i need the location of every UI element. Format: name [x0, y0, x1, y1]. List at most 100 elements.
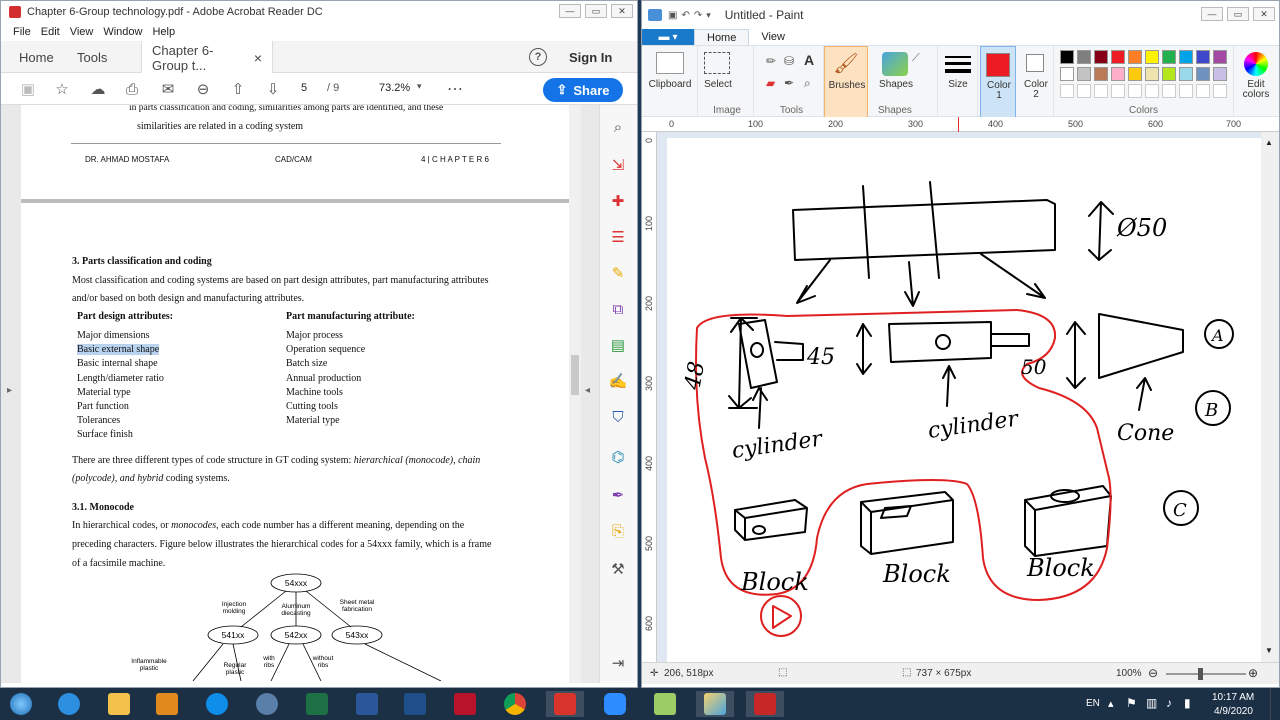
- menu-help[interactable]: Help: [152, 26, 175, 38]
- paint-scrollbar[interactable]: ▲ ▼: [1261, 132, 1279, 662]
- paint-maximize-button[interactable]: ▭: [1227, 7, 1249, 21]
- palette-swatch[interactable]: [1094, 67, 1108, 81]
- menu-view[interactable]: View: [70, 26, 94, 38]
- tab-home[interactable]: Home: [694, 29, 750, 45]
- tab-tools[interactable]: Tools: [77, 41, 107, 73]
- eraser-icon[interactable]: ▰: [766, 76, 775, 90]
- taskbar-mendeley[interactable]: [446, 691, 484, 717]
- more-tools-wrench-icon[interactable]: ⚒: [608, 559, 628, 579]
- fill-sign-icon[interactable]: ✍: [608, 371, 628, 391]
- quick-save-icon[interactable]: ▣: [668, 10, 677, 21]
- undo-icon[interactable]: ↶: [681, 10, 689, 21]
- page-down-icon[interactable]: ⇩: [264, 80, 282, 98]
- palette-swatch[interactable]: [1213, 67, 1227, 81]
- protect-icon[interactable]: ⛉: [608, 407, 628, 427]
- pdf-scrollbar[interactable]: [569, 105, 581, 683]
- shapes-icon[interactable]: [882, 52, 908, 76]
- taskbar-ie[interactable]: [50, 691, 88, 717]
- comment-icon[interactable]: ✎: [608, 263, 628, 283]
- file-menu-button[interactable]: ▬ ▾: [642, 29, 694, 45]
- palette-swatch-empty[interactable]: [1128, 84, 1142, 98]
- send-track-icon[interactable]: ⌬: [608, 447, 628, 467]
- more-tools-icon[interactable]: ⋯: [446, 80, 464, 98]
- sign-icon[interactable]: ✒: [608, 485, 628, 505]
- palette-swatch-empty[interactable]: [1060, 84, 1074, 98]
- zoom-dropdown-icon[interactable]: ▾: [417, 81, 422, 92]
- palette-swatch[interactable]: [1094, 50, 1108, 64]
- taskbar-notes[interactable]: [646, 691, 684, 717]
- palette-swatch[interactable]: [1128, 50, 1142, 64]
- help-icon[interactable]: ?: [529, 48, 547, 66]
- zoom-level[interactable]: 73.2%: [379, 82, 410, 94]
- taskbar-word[interactable]: [348, 691, 386, 717]
- taskbar-paint[interactable]: [696, 691, 734, 717]
- minimize-button[interactable]: —: [559, 4, 581, 18]
- brushes-button[interactable]: 🖌 Brushes: [824, 46, 868, 118]
- tray-network-icon[interactable]: ▥: [1146, 696, 1157, 710]
- palette-swatch[interactable]: [1179, 50, 1193, 64]
- menu-file[interactable]: File: [13, 26, 31, 38]
- stamp-icon[interactable]: ⎘: [608, 521, 628, 541]
- text-tool-icon[interactable]: A: [804, 52, 814, 68]
- zoom-out-icon[interactable]: ⊖: [194, 80, 212, 98]
- share-button[interactable]: ⇪ Share: [543, 78, 623, 102]
- fill-icon[interactable]: ⛁: [784, 54, 794, 68]
- pdf-scrollbar-thumb[interactable]: [571, 355, 579, 395]
- redo-icon[interactable]: ↷: [694, 10, 702, 21]
- edit-pdf-icon[interactable]: ▤: [608, 335, 628, 355]
- taskbar-chrome[interactable]: [496, 691, 534, 717]
- bookmark-star-icon[interactable]: ☆: [53, 80, 71, 98]
- palette-swatch-empty[interactable]: [1077, 84, 1091, 98]
- create-pdf-icon[interactable]: ✚: [608, 191, 628, 211]
- taskbar-zoom[interactable]: [596, 691, 634, 717]
- menu-edit[interactable]: Edit: [41, 26, 60, 38]
- clock-time[interactable]: 10:17 AM: [1212, 692, 1254, 703]
- palette-swatch[interactable]: [1128, 67, 1142, 81]
- tray-flag-icon[interactable]: ⚑: [1126, 696, 1137, 710]
- tab-close-icon[interactable]: ×: [254, 50, 262, 66]
- tab-document[interactable]: Chapter 6-Group t... ×: [141, 41, 273, 74]
- edit-colors-button[interactable]: Edit colors: [1234, 46, 1278, 118]
- taskbar-explorer[interactable]: [100, 691, 138, 717]
- magnifier-icon[interactable]: ⌕: [804, 76, 811, 91]
- start-button[interactable]: [2, 691, 40, 717]
- paste-icon[interactable]: [656, 52, 684, 74]
- close-button[interactable]: ✕: [611, 4, 633, 18]
- zoom-slider-thumb[interactable]: [1198, 668, 1203, 680]
- search-zoom-icon[interactable]: ⌕: [608, 117, 628, 137]
- taskbar-acrobat[interactable]: [746, 691, 784, 717]
- scroll-down-icon[interactable]: ▼: [1265, 646, 1273, 655]
- zoom-slider[interactable]: [1166, 673, 1246, 675]
- palette-swatch[interactable]: [1145, 50, 1159, 64]
- tray-volume-icon[interactable]: ♪: [1166, 696, 1172, 710]
- tab-view[interactable]: View: [749, 29, 797, 45]
- palette-swatch-empty[interactable]: [1145, 84, 1159, 98]
- taskbar-media[interactable]: [148, 691, 186, 717]
- language-indicator[interactable]: EN: [1086, 698, 1100, 709]
- shapes-button[interactable]: Shapes: [874, 79, 918, 90]
- outline-icon[interactable]: ⟋: [912, 52, 920, 65]
- page-up-icon[interactable]: ⇧: [229, 80, 247, 98]
- maximize-button[interactable]: ▭: [585, 4, 607, 18]
- palette-swatch[interactable]: [1213, 50, 1227, 64]
- zoom-in-icon[interactable]: ⊕: [1248, 666, 1258, 680]
- palette-swatch[interactable]: [1060, 50, 1074, 64]
- sign-in-button[interactable]: Sign In: [569, 41, 612, 73]
- palette-swatch-empty[interactable]: [1179, 84, 1193, 98]
- palette-swatch[interactable]: [1077, 67, 1091, 81]
- combine-files-icon[interactable]: ⧉: [608, 299, 628, 319]
- color1-button[interactable]: Color 1: [980, 46, 1016, 118]
- tray-expand-icon[interactable]: ▴: [1108, 697, 1114, 710]
- show-desktop-button[interactable]: [1270, 688, 1280, 720]
- right-panel-toggle-icon[interactable]: ◂: [585, 385, 590, 396]
- palette-swatch-empty[interactable]: [1094, 84, 1108, 98]
- palette-swatch[interactable]: [1179, 67, 1193, 81]
- menu-window[interactable]: Window: [103, 26, 142, 38]
- organize-pages-icon[interactable]: ☰: [608, 227, 628, 247]
- export-pdf-icon[interactable]: ⇲: [608, 155, 628, 175]
- zoom-out-icon[interactable]: ⊖: [1148, 666, 1158, 680]
- scroll-up-icon[interactable]: ▲: [1265, 138, 1273, 147]
- left-panel-toggle-icon[interactable]: ▸: [7, 385, 12, 396]
- color2-button[interactable]: Color 2: [1018, 46, 1054, 118]
- color-picker-icon[interactable]: ✒: [784, 76, 794, 90]
